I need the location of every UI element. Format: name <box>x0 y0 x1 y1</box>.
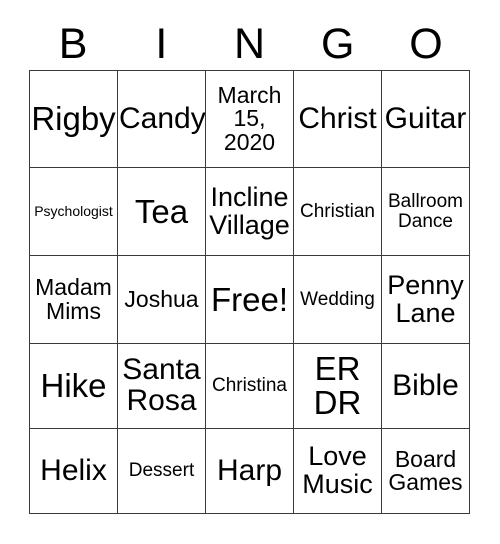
header-letter-b: B <box>58 20 88 68</box>
bingo-row: Hike Santa Rosa Christina ER DR Bible <box>29 343 470 429</box>
bingo-row: Psychologist Tea Incline Village Christi… <box>29 167 470 256</box>
bingo-cell-text: Christian <box>300 200 375 222</box>
bingo-cell[interactable]: Christian <box>293 167 382 256</box>
bingo-grid: Rigby Candy March 15, 2020 Christ Guitar… <box>29 70 470 514</box>
bingo-cell[interactable]: Madam Mims <box>29 255 118 344</box>
bingo-cell-text: Wedding <box>300 288 375 310</box>
bingo-cell-free[interactable]: Free! <box>205 255 294 344</box>
header-letter-n: N <box>233 20 266 68</box>
bingo-cell-text: Psychologist <box>34 203 113 220</box>
bingo-cell[interactable]: Board Games <box>381 428 470 514</box>
bingo-cell-text: Tea <box>134 192 189 230</box>
bingo-cell[interactable]: Candy <box>117 70 206 168</box>
bingo-cell[interactable]: ER DR <box>293 343 382 429</box>
bingo-cell[interactable]: Rigby <box>29 70 118 168</box>
bingo-cell[interactable]: Helix <box>29 428 118 514</box>
bingo-cell[interactable]: Wedding <box>293 255 382 344</box>
bingo-cell[interactable]: Tea <box>117 167 206 256</box>
bingo-cell[interactable]: Dessert <box>117 428 206 514</box>
bingo-cell-text: Harp <box>216 453 283 487</box>
bingo-cell[interactable]: Santa Rosa <box>117 343 206 429</box>
bingo-cell-text: Penny Lane <box>387 269 464 328</box>
bingo-cell-text: Helix <box>40 453 107 487</box>
bingo-cell-text: March 15, 2020 <box>217 81 282 155</box>
bingo-card: B I N G O Rigby Candy March 15, 2020 Chr… <box>0 0 500 544</box>
bingo-cell[interactable]: Joshua <box>117 255 206 344</box>
bingo-cell-text-free: Free! <box>210 280 289 318</box>
bingo-cell-text: Ballroom Dance <box>388 191 463 232</box>
bingo-cell-text: ER DR <box>313 350 362 421</box>
header-letter-i: I <box>155 20 168 68</box>
bingo-cell-text: Incline Village <box>209 181 290 240</box>
bingo-cell[interactable]: Incline Village <box>205 167 294 256</box>
bingo-cell-text: Guitar <box>384 101 467 135</box>
bingo-cell[interactable]: Psychologist <box>29 167 118 256</box>
bingo-row: Helix Dessert Harp Love Music Board Game… <box>29 428 470 514</box>
bingo-cell[interactable]: Harp <box>205 428 294 514</box>
bingo-cell-text: Hike <box>40 367 107 405</box>
bingo-cell[interactable]: Ballroom Dance <box>381 167 470 256</box>
bingo-cell-text: Madam Mims <box>35 274 112 324</box>
bingo-cell[interactable]: Penny Lane <box>381 255 470 344</box>
bingo-cell[interactable]: Bible <box>381 343 470 429</box>
bingo-cell-text: Joshua <box>124 285 199 312</box>
bingo-cell-text: Bible <box>392 368 459 402</box>
bingo-cell[interactable]: Hike <box>29 343 118 429</box>
header-letter-g: G <box>320 20 355 68</box>
bingo-cell[interactable]: March 15, 2020 <box>205 70 294 168</box>
bingo-cell-text: Rigby <box>31 100 116 138</box>
bingo-cell[interactable]: Love Music <box>293 428 382 514</box>
bingo-cell-text: Christ <box>298 101 377 135</box>
bingo-cell-text: Board Games <box>388 445 463 495</box>
bingo-cell-text: Christina <box>212 375 287 397</box>
bingo-cell[interactable]: Christina <box>205 343 294 429</box>
bingo-cell[interactable]: Guitar <box>381 70 470 168</box>
header-letter-o: O <box>409 20 443 68</box>
bingo-cell-text: Santa Rosa <box>122 353 201 417</box>
bingo-header: B I N G O <box>29 14 470 66</box>
bingo-row: Madam Mims Joshua Free! Wedding Penny La… <box>29 255 470 344</box>
bingo-cell-text: Love Music <box>302 441 373 499</box>
bingo-cell-text: Candy <box>119 101 206 135</box>
bingo-cell-text: Dessert <box>128 460 195 482</box>
bingo-cell[interactable]: Christ <box>293 70 382 168</box>
bingo-row: Rigby Candy March 15, 2020 Christ Guitar <box>29 70 470 168</box>
